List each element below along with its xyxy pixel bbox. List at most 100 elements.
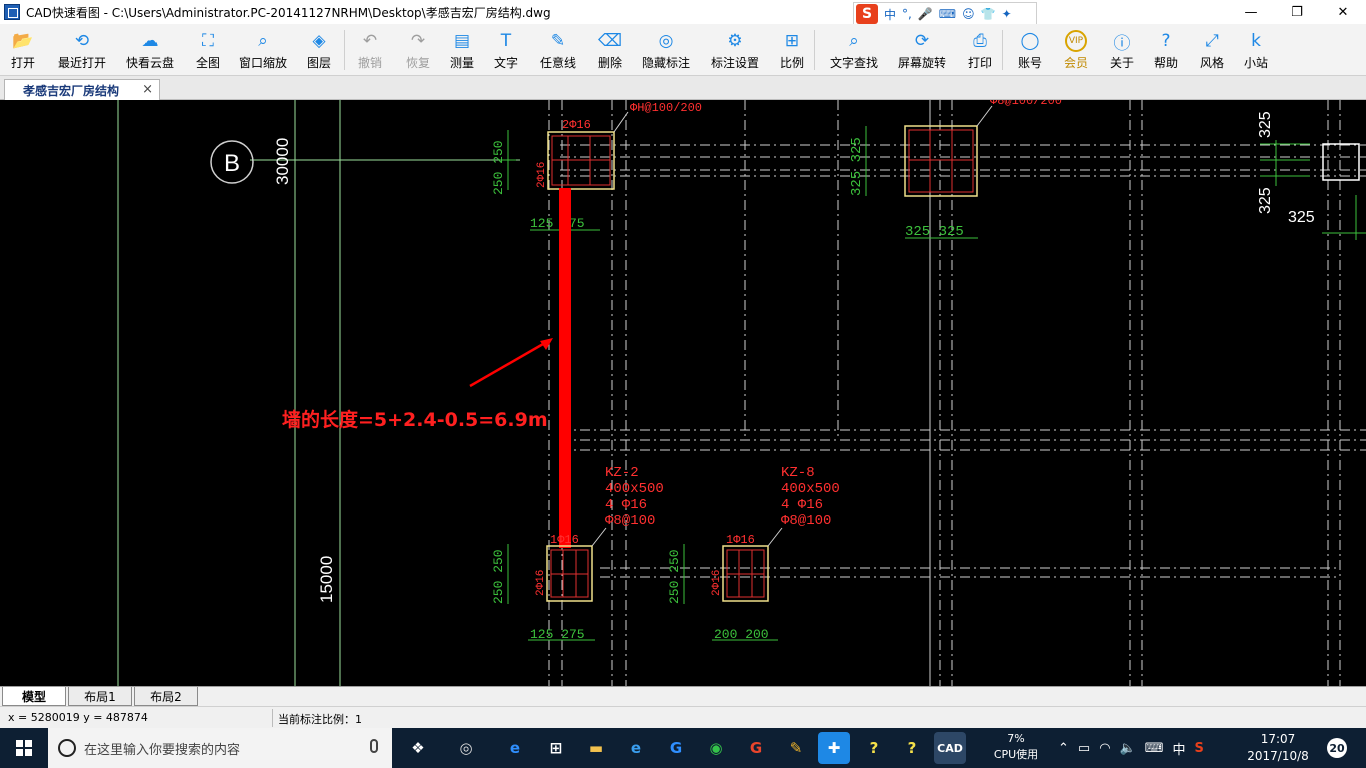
- dim-15000: 15000: [317, 556, 336, 603]
- ime-mode-toggle[interactable]: 中: [884, 6, 896, 23]
- ime-keyboard-icon[interactable]: ⌨: [939, 7, 956, 21]
- toolbar-button-15[interactable]: ⊞ 比例: [774, 26, 810, 74]
- rotate-screen-icon: ⟳: [914, 31, 930, 51]
- ime-toolbar[interactable]: S 中 °, 🎤 ⌨ ☺ 👕 ✦: [853, 2, 1037, 26]
- browser-swirl-icon[interactable]: ◎: [450, 732, 482, 764]
- toolbar-button-20[interactable]: VIP 会员: [1058, 26, 1094, 74]
- toolbar-button-7[interactable]: ↶ 撤销: [350, 26, 390, 74]
- toolbar-button-14[interactable]: ⚙ 标注设置: [706, 26, 764, 74]
- toolbar-label: 小站: [1243, 56, 1268, 70]
- action-center-button[interactable]: 20: [1324, 736, 1350, 760]
- wifi-icon[interactable]: ◠: [1099, 741, 1110, 756]
- toolbar-button-17[interactable]: ⟳ 屏幕旋转: [894, 26, 950, 74]
- ime-skin-icon[interactable]: 👕: [981, 7, 996, 21]
- ime-user-icon[interactable]: ☺: [962, 7, 975, 21]
- toolbar-button-8[interactable]: ↷ 恢复: [398, 26, 438, 74]
- battery-icon[interactable]: ▭: [1078, 741, 1090, 756]
- toolbar-button-24[interactable]: k 小站: [1238, 26, 1274, 74]
- task-view-icon[interactable]: ❖: [402, 732, 434, 764]
- eraser-icon: ⌫: [597, 31, 623, 51]
- system-clock[interactable]: 17:07 2017/10/8: [1240, 731, 1316, 765]
- kz2-rebar: 4 Φ16: [605, 497, 647, 513]
- document-tab[interactable]: 孝感吉宏厂房结构 ×: [4, 79, 160, 100]
- toolbar-button-5[interactable]: ⌕ 窗口缩放: [236, 26, 290, 74]
- toolbar-button-18[interactable]: ⎙ 打印: [962, 26, 998, 74]
- drawing-canvas[interactable]: B 30000 15000 ΦH@100/200 2Φ16 2Φ16 250 2…: [0, 100, 1366, 686]
- toolbar-button-22[interactable]: ? 帮助: [1148, 26, 1184, 74]
- toolbar-label: 风格: [1199, 56, 1224, 70]
- microphone-icon[interactable]: [370, 739, 378, 753]
- toolbar-label: 打开: [10, 56, 35, 70]
- ime-indicator[interactable]: 中: [1173, 739, 1186, 758]
- status-divider: [272, 709, 273, 727]
- toolbar-label: 帮助: [1153, 56, 1178, 70]
- cad-viewer-taskbar-icon[interactable]: CAD: [934, 732, 966, 764]
- sogou-logo-icon[interactable]: S: [856, 4, 878, 24]
- document-tab-bar: 孝感吉宏厂房结构 ×: [0, 76, 1366, 100]
- toolbar-button-13[interactable]: ◎ 隐藏标注: [636, 26, 696, 74]
- ime-tools-icon[interactable]: ✦: [1002, 7, 1012, 21]
- toolbar-button-23[interactable]: ⤢ 风格: [1194, 26, 1230, 74]
- toolbar-button-12[interactable]: ⌫ 删除: [590, 26, 630, 74]
- toolbar-button-3[interactable]: ☁ 快看云盘: [122, 26, 178, 74]
- help-app-icon[interactable]: ?: [858, 732, 890, 764]
- col4-side-rebar: 2Φ16: [711, 570, 723, 596]
- eye-hide-icon: ◎: [658, 31, 674, 51]
- layout-tab-1[interactable]: 布局1: [68, 687, 132, 706]
- toolbar-button-4[interactable]: ⛶ 全图: [190, 26, 226, 74]
- sogou-tray-icon[interactable]: S: [1195, 741, 1204, 756]
- toolbar-button-6[interactable]: ◈ 图层: [298, 26, 340, 74]
- keyboard-icon[interactable]: ⌨: [1145, 741, 1164, 756]
- edge-icon[interactable]: e: [499, 732, 531, 764]
- settings-icon: ⚙: [727, 31, 743, 51]
- toolbar-button-16[interactable]: ⌕ 文字查找: [826, 26, 882, 74]
- toolbar-button-1[interactable]: 📂 打开: [0, 26, 46, 74]
- show-hidden-icons-icon[interactable]: ⌃: [1058, 741, 1069, 756]
- taskbar-search[interactable]: 在这里输入你要搜索的内容: [48, 728, 392, 768]
- ime-voice-icon[interactable]: 🎤: [918, 7, 933, 21]
- pencil-icon: ✎: [550, 31, 566, 51]
- ime-punct-toggle[interactable]: °,: [902, 7, 912, 21]
- axis-label-b: B: [224, 150, 240, 177]
- toolbar-label: 测量: [449, 56, 474, 70]
- toolbar-button-11[interactable]: ✎ 任意线: [534, 26, 582, 74]
- help-app2-icon[interactable]: ?: [896, 732, 928, 764]
- toolbar-button-19[interactable]: ◯ 账号: [1012, 26, 1048, 74]
- minimize-button[interactable]: —: [1228, 0, 1274, 24]
- close-tab-icon[interactable]: ×: [142, 82, 153, 97]
- volume-icon[interactable]: 🔈: [1120, 741, 1136, 756]
- toolbar-button-10[interactable]: T 文字: [488, 26, 524, 74]
- windows-logo-icon: [16, 740, 32, 756]
- toolbar-button-21[interactable]: ⓘ 关于: [1104, 26, 1140, 74]
- toolbar-label: 快看云盘: [125, 56, 174, 70]
- toolbar-button-2[interactable]: ⟲ 最近打开: [52, 26, 112, 74]
- printer-icon: ⎙: [973, 31, 987, 51]
- col1-dim-vertical: 250 250: [491, 140, 506, 195]
- toolbar-label: 比例: [779, 56, 804, 70]
- status-bar: x = 5280019 y = 487874 当前标注比例：1: [0, 706, 1366, 728]
- user-icon: ◯: [1020, 31, 1040, 51]
- document-tab-label: 孝感吉宏厂房结构: [23, 83, 120, 98]
- text-icon: T: [500, 31, 512, 51]
- toolbar-button-9[interactable]: ▤ 测量: [444, 26, 480, 74]
- toolbar-label: 文字查找: [829, 56, 878, 70]
- toolbar-label: 任意线: [539, 56, 576, 70]
- layout-tab-model[interactable]: 模型: [2, 687, 66, 706]
- store-icon[interactable]: ⊞: [540, 732, 572, 764]
- green-browser-icon[interactable]: ◉: [700, 732, 732, 764]
- red-app-icon[interactable]: G: [740, 732, 772, 764]
- start-button[interactable]: [0, 728, 48, 768]
- maximize-button[interactable]: ❐: [1274, 0, 1320, 24]
- ie-icon[interactable]: e: [620, 732, 652, 764]
- clock-date: 2017/10/8: [1247, 749, 1309, 763]
- layout-tab-2[interactable]: 布局2: [134, 687, 198, 706]
- close-button[interactable]: ✕: [1320, 0, 1366, 24]
- notepad-icon[interactable]: ✎: [780, 732, 812, 764]
- search-placeholder: 在这里输入你要搜索的内容: [84, 742, 241, 758]
- help-icon: ?: [1161, 31, 1171, 51]
- app-logo-icon: [4, 4, 20, 20]
- blue-plus-app-icon[interactable]: ✚: [818, 732, 850, 764]
- file-explorer-icon[interactable]: ▬: [580, 732, 612, 764]
- toolbar-label: 全图: [195, 56, 220, 70]
- g-app-icon[interactable]: G: [660, 732, 692, 764]
